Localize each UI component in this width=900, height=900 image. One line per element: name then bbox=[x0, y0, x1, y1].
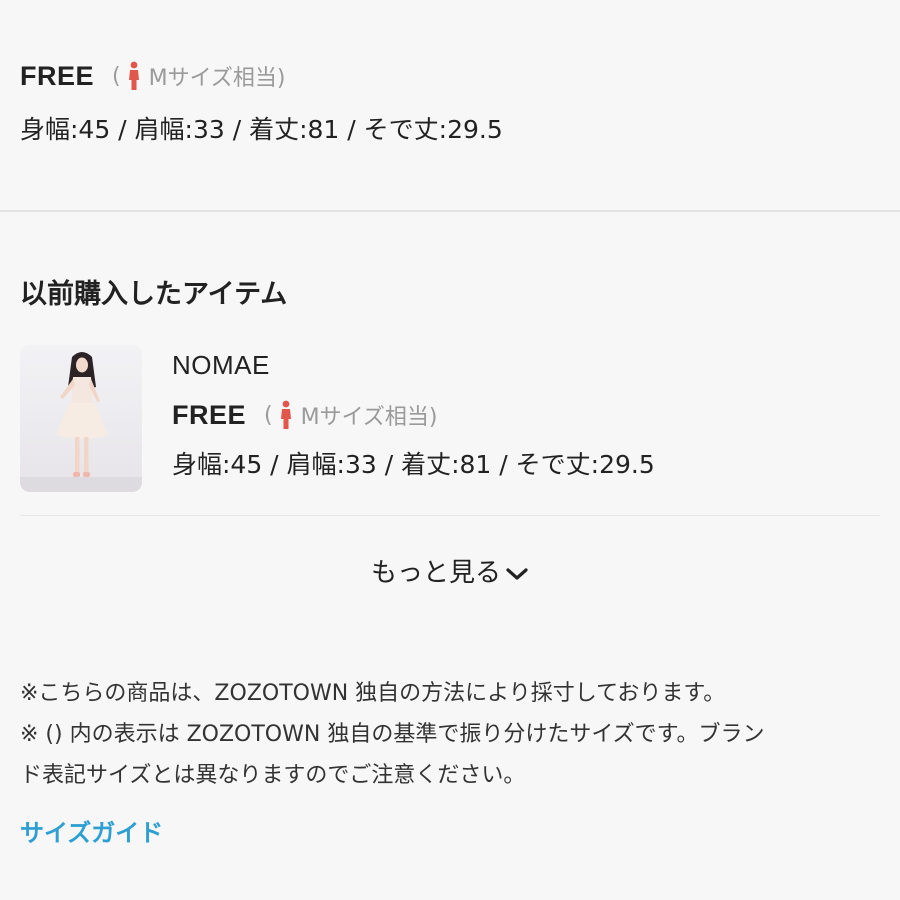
item-size-name: FREE bbox=[172, 399, 247, 430]
item-divider bbox=[20, 515, 880, 516]
item-info: NOMAE FREE ( Mサイズ相当) 身幅:45 / 肩幅:33 / 着丈:… bbox=[172, 345, 655, 481]
note-line: ※こちらの商品は、ZOZOTOWN 独自の方法により採寸しております。 bbox=[20, 681, 726, 706]
chevron-down-icon bbox=[506, 567, 528, 580]
item-thumbnail[interactable] bbox=[20, 345, 142, 492]
size-name: FREE bbox=[20, 60, 95, 91]
section-divider bbox=[0, 210, 900, 212]
show-more-button[interactable]: もっと見る bbox=[0, 552, 900, 589]
item-photo bbox=[20, 345, 142, 492]
open-paren: ( bbox=[264, 402, 273, 428]
item-measurements: 身幅:45 / 肩幅:33 / 着丈:81 / そで丈:29.5 bbox=[172, 450, 655, 479]
size-block: FREE ( Mサイズ相当) 身幅:45 / 肩幅:33 / 着丈:81 / そ… bbox=[20, 56, 503, 146]
size-guide-link[interactable]: サイズガイド bbox=[20, 813, 163, 848]
size-notes: ※こちらの商品は、ZOZOTOWN 独自の方法により採寸しております。 ※ ()… bbox=[20, 673, 880, 796]
size-measurements: 身幅:45 / 肩幅:33 / 着丈:81 / そで丈:29.5 bbox=[20, 115, 503, 144]
person-icon bbox=[128, 61, 139, 90]
note-line: ※ () 内の表示は ZOZOTOWN 独自の基準で振り分けたサイズです。ブラン bbox=[20, 722, 765, 747]
item-brand: NOMAE bbox=[172, 350, 270, 380]
item-size-equivalent-text: Mサイズ相当) bbox=[300, 405, 438, 430]
size-header: FREE ( Mサイズ相当) bbox=[20, 56, 503, 96]
show-more-label: もっと見る bbox=[370, 558, 501, 588]
item-size-header: FREE ( Mサイズ相当) bbox=[172, 395, 655, 435]
size-info-page: FREE ( Mサイズ相当) 身幅:45 / 肩幅:33 / 着丈:81 / そ… bbox=[0, 0, 900, 900]
purchased-item[interactable]: NOMAE FREE ( Mサイズ相当) 身幅:45 / 肩幅:33 / 着丈:… bbox=[20, 345, 880, 493]
size-equivalent: ( Mサイズ相当) bbox=[112, 60, 286, 92]
item-size-equivalent: ( Mサイズ相当) bbox=[264, 399, 438, 431]
size-equivalent-text: Mサイズ相当) bbox=[148, 66, 286, 91]
note-line: ド表記サイズとは異なりますのでご注意ください。 bbox=[20, 763, 526, 788]
person-icon bbox=[280, 400, 291, 429]
purchased-section-title: 以前購入したアイテム bbox=[20, 279, 288, 310]
open-paren: ( bbox=[112, 63, 121, 89]
